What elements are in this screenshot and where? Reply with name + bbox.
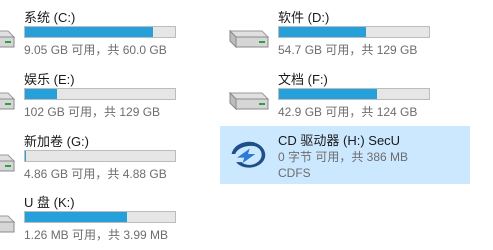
usage-fill xyxy=(279,89,377,99)
drive-tile-k[interactable]: U 盘 (K:) 1.26 MB 可用，共 3.99 MB xyxy=(0,188,216,250)
drive-filesystem: CDFS xyxy=(278,166,311,180)
drive-tile-c[interactable]: 系统 (C:) 9.05 GB 可用，共 60.0 GB xyxy=(0,3,216,65)
drive-name: CD 驱动器 (H:) SecU xyxy=(278,133,401,148)
hard-drive-icon xyxy=(0,92,16,110)
drive-name: 软件 (D:) xyxy=(278,10,330,25)
drive-tile-d[interactable]: 软件 (D:) 54.7 GB 可用，共 129 GB xyxy=(220,3,470,65)
usage-fill xyxy=(25,27,153,37)
drive-name: 文档 (F:) xyxy=(278,72,328,87)
drive-free-space: 9.05 GB 可用，共 60.0 GB xyxy=(24,43,167,57)
hard-drive-icon xyxy=(228,91,270,111)
hard-drive-icon xyxy=(0,30,16,48)
usage-bar xyxy=(278,26,430,38)
usage-bar xyxy=(278,88,430,100)
drive-free-space: 4.86 GB 可用，共 4.88 GB xyxy=(24,167,167,181)
usage-bar xyxy=(24,150,176,162)
drive-free-space: 54.7 GB 可用，共 129 GB xyxy=(278,43,418,57)
usage-fill xyxy=(25,89,57,99)
drive-tile-g[interactable]: 新加卷 (G:) 4.86 GB 可用，共 4.88 GB xyxy=(0,127,216,189)
usage-bar xyxy=(24,88,176,100)
drive-name: 新加卷 (G:) xyxy=(24,134,89,149)
usage-fill xyxy=(25,212,127,222)
usage-bar xyxy=(24,211,176,223)
drive-name: U 盘 (K:) xyxy=(24,195,75,210)
drive-free-space: 1.26 MB 可用，共 3.99 MB xyxy=(24,228,169,242)
usage-bar xyxy=(24,26,176,38)
hard-drive-icon xyxy=(228,29,270,49)
drive-name: 系统 (C:) xyxy=(24,10,76,25)
drive-tile-f[interactable]: 文档 (F:) 42.9 GB 可用，共 124 GB xyxy=(220,65,470,127)
drive-tile-e[interactable]: 娱乐 (E:) 102 GB 可用，共 129 GB xyxy=(0,65,216,127)
drive-tile-h-cd[interactable]: CD 驱动器 (H:) SecU 0 字节 可用，共 386 MB CDFS xyxy=(220,126,470,184)
cd-drive-app-icon xyxy=(231,141,266,168)
usage-fill xyxy=(279,27,366,37)
drive-free-space: 0 字节 可用，共 386 MB xyxy=(278,150,409,164)
drive-free-space: 42.9 GB 可用，共 124 GB xyxy=(278,105,418,119)
hard-drive-icon xyxy=(0,154,16,172)
usb-drive-icon xyxy=(0,215,16,233)
usage-fill xyxy=(25,151,26,161)
drive-name: 娱乐 (E:) xyxy=(24,72,75,87)
drive-free-space: 102 GB 可用，共 129 GB xyxy=(24,105,161,119)
